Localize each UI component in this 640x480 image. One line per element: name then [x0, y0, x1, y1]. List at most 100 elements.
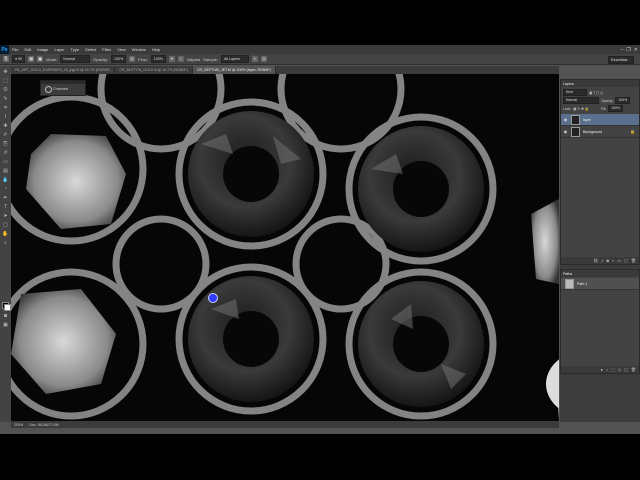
- close-icon[interactable]: ✕: [634, 47, 638, 53]
- document-tabs: PA_ART_GOLD_EARRINGS_16_jrigi.tif @ 16.7…: [11, 66, 559, 74]
- eraser-tool-icon[interactable]: ▭: [2, 159, 9, 166]
- document-tab-earrings[interactable]: PA_ART_GOLD_EARRINGS_16_jrigi.tif @ 16.7…: [11, 66, 116, 74]
- fill-path-icon[interactable]: ●: [600, 367, 602, 372]
- tab-layers[interactable]: Layers: [563, 82, 574, 86]
- layer-kind-filter[interactable]: Kind: [563, 89, 587, 96]
- pressure-size-icon[interactable]: ◎: [260, 56, 267, 62]
- filter-icons[interactable]: ▣ T ▢ ◎: [589, 91, 603, 95]
- brush-preset-picker[interactable]: ● 90: [12, 55, 26, 63]
- menu-window[interactable]: Window: [129, 45, 149, 54]
- mode-select[interactable]: Normal: [60, 55, 91, 63]
- zoom-level[interactable]: 200%: [14, 423, 23, 427]
- lasso-tool-icon[interactable]: ʘ: [2, 87, 9, 94]
- crop-tool-icon[interactable]: ⌗: [2, 105, 9, 112]
- app-logo: Ps: [0, 45, 9, 54]
- lock-icon: 🔒: [630, 129, 635, 134]
- brush-tool-icon[interactable]: ✐: [2, 132, 9, 139]
- flow-input[interactable]: 100%: [150, 55, 166, 63]
- menu-edit[interactable]: Edit: [21, 45, 34, 54]
- menu-image[interactable]: Image: [34, 45, 51, 54]
- fill-input[interactable]: 100%: [608, 105, 624, 112]
- move-tool-icon[interactable]: ✥: [2, 69, 9, 76]
- restore-icon[interactable]: ❐: [626, 47, 630, 53]
- stroke-path-icon[interactable]: ○: [606, 367, 608, 372]
- hand-tool-icon[interactable]: ✋: [2, 231, 9, 238]
- dodge-tool-icon[interactable]: ◔: [2, 186, 9, 193]
- brush-panel-icon[interactable]: ▦: [28, 56, 35, 62]
- sample-select[interactable]: All Layers: [220, 55, 249, 63]
- healing-tool-icon[interactable]: ✚: [2, 123, 9, 130]
- blend-mode-select[interactable]: Normal: [563, 97, 599, 104]
- history-brush-tool-icon[interactable]: ↺: [2, 150, 9, 157]
- clone-source-icon[interactable]: ▣: [37, 56, 44, 62]
- sample-label: Sample:: [203, 56, 218, 62]
- screen-mode-icon[interactable]: ▣: [2, 322, 9, 329]
- visibility-eye-icon[interactable]: ◉: [563, 117, 568, 122]
- tab-paths[interactable]: Paths: [563, 272, 572, 276]
- layers-footer: ⛓ ƒ ◙ ◐ ▭ ▢ 🗑: [561, 257, 639, 264]
- pen-tool-icon[interactable]: ✒: [2, 195, 9, 202]
- fx-icon[interactable]: ƒ: [601, 258, 603, 263]
- path-row[interactable]: Path 1: [561, 278, 639, 290]
- make-path-icon[interactable]: ◇: [618, 367, 621, 372]
- ignore-adjustment-icon[interactable]: ◐: [251, 56, 258, 62]
- status-bar: 200% Doc: 36.0M/72.0M: [11, 421, 559, 428]
- menu-type[interactable]: Type: [68, 45, 83, 54]
- adjustment-icon[interactable]: ◐: [612, 258, 614, 263]
- background-color-swatch[interactable]: [4, 304, 11, 311]
- menu-help[interactable]: Help: [149, 45, 163, 54]
- clone-stamp-icon[interactable]: ⎘: [3, 56, 9, 62]
- document-tab-button[interactable]: CR_BUTTON_GOLD 8 @ 16.7% (RGB/8*): [115, 66, 193, 74]
- mode-label: Mode:: [46, 56, 58, 62]
- document-canvas[interactable]: . Channels: [11, 74, 559, 421]
- layer-row-layer[interactable]: ◉ layer: [561, 114, 639, 126]
- aligned-label: Aligned: [186, 56, 201, 62]
- layer-name: Background: [583, 129, 603, 134]
- menu-filter[interactable]: Filter: [99, 45, 114, 54]
- workspace-select[interactable]: Essentials: [608, 56, 634, 64]
- mask-icon[interactable]: ◙: [607, 258, 609, 263]
- paths-footer: ● ○ ⬚ ◇ ▢ 🗑: [561, 366, 639, 373]
- lock-icons[interactable]: ▦ ✎ ✥ 🔒: [573, 107, 589, 111]
- shape-tool-icon[interactable]: ▢: [2, 222, 9, 229]
- menu-layer[interactable]: Layer: [51, 45, 67, 54]
- airbrush-icon[interactable]: ✈: [168, 56, 175, 62]
- trash-icon[interactable]: 🗑: [631, 258, 636, 263]
- pressure-opacity-icon[interactable]: ◎: [129, 56, 136, 62]
- quick-select-tool-icon[interactable]: ✎: [2, 96, 9, 103]
- layer-row-background[interactable]: ◉ Background 🔒: [561, 126, 639, 138]
- new-layer-icon[interactable]: ▢: [624, 258, 628, 263]
- layer-name: layer: [583, 117, 591, 122]
- layer-opacity-input[interactable]: 100%: [615, 97, 631, 104]
- menu-select[interactable]: Select: [82, 45, 99, 54]
- group-icon[interactable]: ▭: [617, 258, 621, 263]
- document-tab-septum[interactable]: CR_SEPTUM_JET.tif @ 200% (layer, RGB/8*): [192, 66, 276, 74]
- opacity-label: Opacity:: [93, 56, 108, 62]
- clone-stamp-tool-icon[interactable]: ⎘: [2, 141, 9, 148]
- minimize-icon[interactable]: –: [621, 47, 624, 53]
- opacity-input[interactable]: 100%: [110, 55, 127, 63]
- brush-cursor: [208, 293, 218, 303]
- menu-view[interactable]: View: [114, 45, 129, 54]
- type-tool-icon[interactable]: T: [2, 204, 9, 211]
- trash-icon[interactable]: 🗑: [631, 367, 636, 372]
- visibility-eye-icon[interactable]: ◉: [563, 129, 568, 134]
- quick-mask-icon[interactable]: ◙: [2, 313, 9, 320]
- gradient-tool-icon[interactable]: ▤: [2, 168, 9, 175]
- link-icon[interactable]: ⛓: [593, 258, 598, 263]
- new-path-icon[interactable]: ▢: [624, 367, 628, 372]
- path-select-tool-icon[interactable]: ➤: [2, 213, 9, 220]
- channels-floating-panel[interactable]: . Channels: [40, 80, 86, 96]
- zoom-tool-icon[interactable]: ⌕: [2, 240, 9, 247]
- lock-label: Lock:: [563, 106, 572, 111]
- load-selection-icon[interactable]: ⬚: [611, 367, 615, 372]
- menu-file[interactable]: File: [9, 45, 21, 54]
- layer-thumbnail: [571, 114, 580, 125]
- doc-size: Doc: 36.0M/72.0M: [29, 422, 59, 427]
- window-controls: – ❐ ✕: [621, 45, 638, 54]
- aligned-checkbox[interactable]: ✓: [177, 56, 184, 62]
- eyedropper-tool-icon[interactable]: ⌇: [2, 114, 9, 121]
- marquee-tool-icon[interactable]: ⬚: [2, 78, 9, 85]
- blur-tool-icon[interactable]: 💧: [2, 177, 9, 184]
- layer-opacity-label: Opacity:: [601, 98, 614, 103]
